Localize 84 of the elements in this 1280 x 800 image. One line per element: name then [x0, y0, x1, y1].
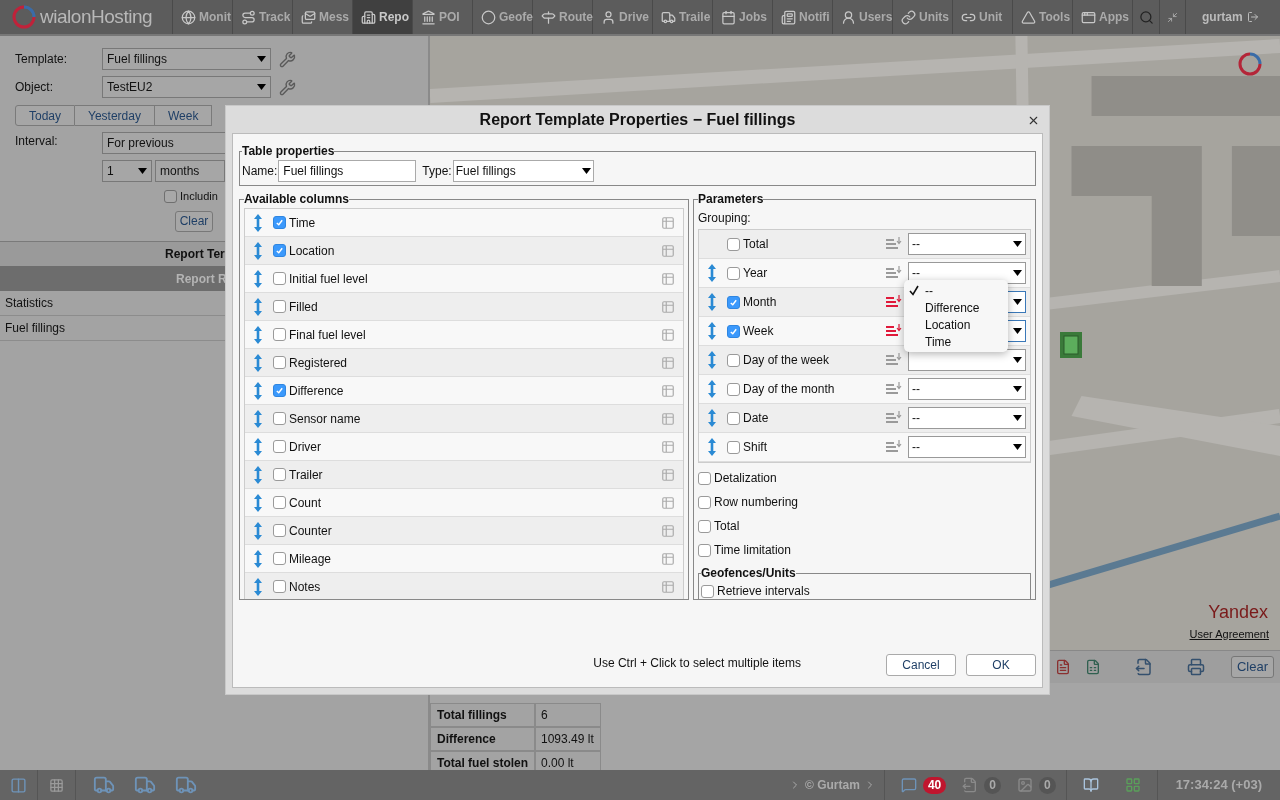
table-cell: 6	[535, 703, 601, 727]
grouping-row[interactable]: Year --	[699, 259, 1030, 288]
field-label: Object:	[15, 79, 54, 96]
field-label: Template:	[15, 51, 69, 68]
period-tab[interactable]: Today	[15, 105, 76, 126]
nav-tab[interactable]: Repo	[353, 0, 413, 34]
column-label: Counter	[289, 522, 333, 540]
grouping-label: Total	[743, 236, 770, 253]
column-row[interactable]: Filled	[245, 293, 683, 321]
dropdown-option[interactable]: Location	[904, 316, 1008, 333]
column-label: Location	[289, 242, 336, 260]
option-label: Time limitation	[714, 542, 791, 559]
sort-select[interactable]: --	[908, 407, 1026, 429]
grouping-label: Shift	[743, 439, 768, 456]
column-label: Filled	[289, 298, 319, 316]
column-label: Mileage	[289, 550, 333, 568]
column-row[interactable]: Sensor name	[245, 405, 683, 433]
column-label: Driver	[289, 438, 322, 456]
column-row[interactable]: Location	[245, 237, 683, 265]
column-row[interactable]: Trailer	[245, 461, 683, 489]
grouping-label: Grouping:	[698, 210, 752, 227]
dialog-title: Report Template Properties − Fuel fillings	[479, 109, 796, 130]
option-label: Row numbering	[714, 494, 799, 511]
table-cell: 1093.49 lt	[535, 727, 601, 751]
column-label: Final fuel level	[289, 326, 367, 344]
count-select[interactable]: 1	[102, 160, 152, 182]
user-agreement-link[interactable]: User Agreement	[1189, 625, 1269, 642]
table-cell: Total fillings	[430, 703, 535, 727]
grouping-row[interactable]: Day of the month --	[699, 375, 1030, 404]
notification-badge: 0	[1038, 776, 1056, 794]
section-title: Parameters	[698, 191, 764, 208]
column-label: Sensor name	[289, 410, 362, 428]
logo-text: wialonHosting	[40, 4, 153, 29]
hint-text: Use Ctrl + Click to select multiple items	[593, 655, 801, 672]
option-label: Detalization	[714, 470, 777, 487]
column-label: Trailer	[289, 466, 324, 484]
period-tab[interactable]: Yesterday	[75, 105, 155, 126]
option-label: Retrieve intervals	[717, 583, 810, 599]
grouping-label: Month	[743, 294, 778, 311]
field-label: Interval:	[15, 133, 59, 150]
section-title: Geofences/Units	[701, 565, 796, 582]
name-field[interactable]: Fuel fillings	[278, 160, 417, 182]
map-provider-logo: Yandex	[1208, 601, 1268, 624]
column-row[interactable]: Notes	[245, 573, 683, 599]
grouping-row[interactable]: Total --	[699, 230, 1030, 259]
clock-text: 17:34:24 (+03)	[1156, 770, 1280, 800]
sort-select[interactable]: --	[908, 233, 1026, 255]
dialog-button[interactable]: Cancel	[886, 654, 956, 676]
grouping-label: Year	[743, 265, 769, 282]
column-row[interactable]: Registered	[245, 349, 683, 377]
clear-button[interactable]: Clear	[1230, 656, 1274, 678]
copyright-text: © Gurtam	[805, 777, 860, 794]
template-select[interactable]: Fuel fillings	[102, 48, 271, 70]
grouping-row[interactable]: Day of the week	[699, 346, 1030, 375]
grouping-row[interactable]: Date --	[699, 404, 1030, 433]
column-row[interactable]: Counter	[245, 517, 683, 545]
grouping-row[interactable]: Shift --	[699, 433, 1030, 462]
table-cell: Difference	[430, 727, 535, 751]
column-label: Time	[289, 214, 317, 232]
period-tab[interactable]: Week	[154, 105, 213, 126]
field-label: Type:	[422, 163, 452, 180]
grouping-label: Date	[743, 410, 770, 427]
column-label: Count	[289, 494, 323, 512]
grouping-label: Day of the month	[743, 381, 836, 398]
unit-select[interactable]: months	[155, 160, 225, 182]
dropdown-option[interactable]: Difference	[904, 299, 1008, 316]
grouping-label: Day of the week	[743, 352, 831, 369]
object-select[interactable]: TestEU2	[102, 76, 271, 98]
grouping-label: Week	[743, 323, 775, 340]
section-title: Available columns	[244, 191, 349, 208]
column-label: Notes	[289, 578, 322, 596]
dialog-button[interactable]: OK	[966, 654, 1036, 676]
column-label: Registered	[289, 354, 349, 372]
type-select[interactable]: Fuel fillings	[452, 160, 594, 182]
option-label: Total	[714, 518, 740, 535]
notification-badge: 40	[922, 776, 947, 794]
column-label: Initial fuel level	[289, 270, 369, 288]
checkbox-label: Includin	[180, 189, 218, 204]
field-label: Name:	[242, 163, 278, 180]
notification-badge: 0	[984, 776, 1001, 794]
column-label: Difference	[289, 382, 345, 400]
sort-select[interactable]: --	[908, 378, 1026, 400]
sort-select[interactable]: --	[908, 436, 1026, 458]
clear-button[interactable]: Clear	[175, 210, 213, 232]
